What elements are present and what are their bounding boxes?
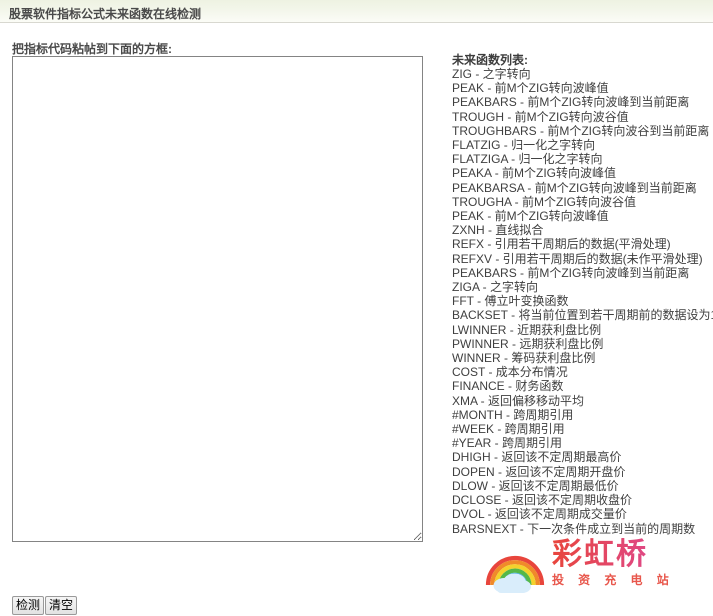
- function-list-item: ZXNH - 直线拟合: [452, 223, 544, 238]
- function-list-item: FLATZIG - 归一化之字转向: [452, 138, 596, 153]
- future-function-list-panel: 未来函数列表: ZIG - 之字转向 PEAK - 前M个ZIG转向波峰值 PEAK…: [440, 23, 713, 600]
- function-list-item: PEAKBARSA - 前M个ZIG转向波峰到当前距离: [452, 180, 697, 195]
- function-list-item: FFT - 傅立叶变换函数: [452, 294, 569, 309]
- brand-tagline: 投 资 充 电 站: [552, 573, 674, 587]
- function-list-item: ZIG - 之字转向: [452, 67, 531, 81]
- page-title: 股票软件指标公式未来函数在线检测: [9, 7, 202, 21]
- paste-code-label: 把指标代码粘帖到下面的方框:: [12, 42, 172, 56]
- form-button-bar: 检测 清空: [12, 596, 78, 616]
- brand-wordmark: 彩虹桥 投 资 充 电 站: [552, 538, 712, 588]
- function-list-item: PEAK - 前M个ZIG转向波峰值: [452, 209, 609, 224]
- function-list-item: PEAK - 前M个ZIG转向波峰值: [452, 81, 609, 96]
- detect-button[interactable]: 检测: [12, 596, 45, 615]
- function-list-item: DOPEN - 返回该不定周期开盘价: [452, 464, 626, 479]
- function-list-item: #WEEK - 跨周期引用: [452, 422, 565, 437]
- function-list-item: LWINNER - 近期获利盘比例: [452, 322, 602, 337]
- function-list-item: XMA - 返回偏移移动平均: [452, 393, 585, 408]
- function-list-item: COST - 成本分布情况: [452, 365, 568, 380]
- function-list-item: BACKSET - 将当前位置到若干周期前的数据设为1: [452, 308, 713, 323]
- function-list-title: 未来函数列表:: [452, 53, 528, 67]
- function-list-item: #MONTH - 跨周期引用: [452, 407, 574, 422]
- function-list-item: TROUGHBARS - 前M个ZIG转向波谷到当前距离: [452, 123, 710, 138]
- function-list-item: FINANCE - 财务函数: [452, 379, 564, 394]
- function-list-item: WINNER - 筹码获利盘比例: [452, 351, 596, 366]
- function-list-item: BARSNEXT - 下一次条件成立到当前的周期数: [452, 521, 696, 536]
- function-list-item: DCLOSE - 返回该不定周期收盘价: [452, 493, 633, 508]
- function-list-item: PEAKA - 前M个ZIG转向波峰值: [452, 166, 617, 181]
- function-list-item: PWINNER - 远期获利盘比例: [452, 336, 604, 351]
- function-list-item: FLATZIGA - 归一化之字转向: [452, 152, 603, 167]
- function-list-item: DHIGH - 返回该不定周期最高价: [452, 450, 622, 465]
- function-list-item: DVOL - 返回该不定周期成交量价: [452, 507, 627, 522]
- function-list-item: TROUGH - 前M个ZIG转向波谷值: [452, 109, 629, 124]
- function-list-item: REFXV - 引用若干周期后的数据(未作平滑处理): [452, 251, 703, 266]
- app-header: 股票软件指标公式未来函数在线检测: [0, 0, 713, 23]
- function-list-item: DLOW - 返回该不定周期最低价: [452, 478, 619, 493]
- clear-button[interactable]: 清空: [45, 596, 78, 615]
- function-list-item: ZIGA - 之字转向: [452, 280, 539, 295]
- brand-name: 彩虹桥: [552, 538, 712, 572]
- function-list-item: PEAKBARS - 前M个ZIG转向波峰到当前距离: [452, 95, 690, 110]
- code-input-panel: 把指标代码粘帖到下面的方框: 检测 清空: [0, 23, 440, 615]
- function-list-item: TROUGHA - 前M个ZIG转向波谷值: [452, 194, 636, 209]
- function-list: ZIG - 之字转向 PEAK - 前M个ZIG转向波峰值 PEAKBARS - 前…: [452, 67, 713, 536]
- brand-logo[interactable]: 彩虹桥 投 资 充 电 站: [484, 537, 713, 597]
- function-list-item: REFX - 引用若干周期后的数据(平滑处理): [452, 237, 671, 252]
- rainbow-cloud-icon: [484, 537, 546, 595]
- function-list-item: PEAKBARS - 前M个ZIG转向波峰到当前距离: [452, 265, 690, 280]
- indicator-code-textarea[interactable]: [12, 56, 423, 542]
- function-list-item: #YEAR - 跨周期引用: [452, 436, 563, 451]
